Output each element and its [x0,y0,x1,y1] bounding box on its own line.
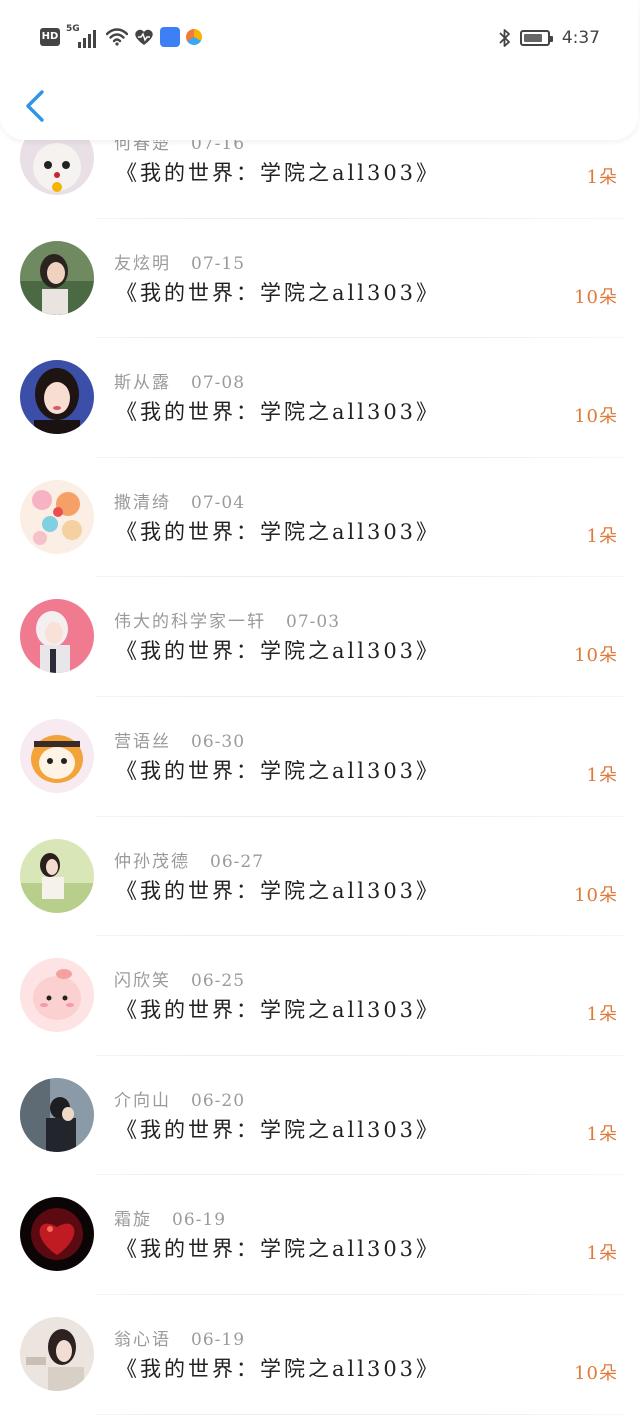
status-right: 4:37 [498,28,600,48]
list-item[interactable]: 仲孙茂德 06-27 《我的世界：学院之all303》 10朵 [0,817,640,937]
date: 06-19 [172,1210,227,1231]
avatar[interactable] [20,1197,94,1272]
list-item[interactable]: 斯从露 07-08 《我的世界：学院之all303》 10朵 [0,338,640,458]
username[interactable]: 营语丝 [114,727,171,752]
username[interactable]: 霜旋 [114,1205,152,1230]
date: 06-30 [191,732,246,752]
gift-count: 10朵 [574,645,618,667]
row-meta: 翁心语 06-19 [114,1325,245,1350]
username[interactable]: 友炫明 [114,249,171,274]
avatar[interactable] [20,1077,94,1152]
date: 07-04 [191,492,246,513]
clock: 4:37 [561,28,600,48]
work-title[interactable]: 《我的世界：学院之all303》 [116,755,440,785]
wifi-icon [106,28,128,46]
bluetooth-icon [499,29,510,47]
chevron-left-icon [26,90,44,122]
gift-count: 1朵 [586,1004,618,1026]
gift-count: 10朵 [574,1363,618,1384]
list-item[interactable]: 友炫明 07-15 《我的世界：学院之all303》 10朵 [0,219,640,339]
username[interactable]: 翁心语 [114,1325,171,1350]
gift-list-screen: 何春楚 07-16 《我的世界：学院之all303》 1朵 友炫明 07-15 [0,0,640,1415]
work-title[interactable]: 《我的世界：学院之all303》 [116,396,440,426]
avatar[interactable] [20,838,94,913]
gift-count: 10朵 [574,884,618,906]
work-title[interactable]: 《我的世界：学院之all303》 [116,635,440,665]
date: 06-20 [191,1090,246,1111]
row-meta: 介向山 06-20 [114,1086,245,1111]
date: 06-25 [191,971,246,992]
row-meta: 伟大的科学家一轩 07-03 [114,607,340,632]
top-header: HD 5G 4:37 [0,0,638,140]
date: 07-15 [191,253,246,274]
gift-count: 1朵 [586,1123,618,1145]
gift-count: 10朵 [574,286,618,308]
health-heart-icon [135,29,153,45]
work-title[interactable]: 《我的世界：学院之all303》 [116,875,440,905]
list-item[interactable]: 伟大的科学家一轩 07-03 《我的世界：学院之all303》 10朵 [0,577,640,697]
work-title[interactable]: 《我的世界：学院之all303》 [116,277,440,307]
avatar[interactable] [20,599,94,674]
app-notification-icon [186,29,202,45]
list-item[interactable]: 霜旋 06-19 《我的世界：学院之all303》 1朵 [0,1175,640,1295]
divider [96,1413,624,1415]
date: 06-27 [210,851,265,872]
row-meta: 斯从露 07-08 [114,368,245,393]
work-title[interactable]: 《我的世界：学院之all303》 [116,994,440,1024]
list-item[interactable]: 闪欣笑 06-25 《我的世界：学院之all303》 1朵 [0,936,640,1056]
username[interactable]: 介向山 [114,1086,171,1111]
username[interactable]: 仲孙茂德 [114,847,190,872]
work-title[interactable]: 《我的世界：学院之all303》 [116,1114,440,1144]
gift-count: 1朵 [586,525,618,547]
row-meta: 友炫明 07-15 [114,249,245,274]
list-item[interactable]: 介向山 06-20 《我的世界：学院之all303》 1朵 [0,1056,640,1176]
row-meta: 营语丝 06-30 [114,727,245,752]
list-item[interactable]: 营语丝 06-30 《我的世界：学院之all303》 1朵 [0,697,640,817]
work-title[interactable]: 《我的世界：学院之all303》 [116,1353,440,1383]
work-title[interactable]: 《我的世界：学院之all303》 [116,157,440,187]
signal-5g-icon: 5G [66,24,100,48]
date: 07-03 [286,612,341,633]
username[interactable]: 闪欣笑 [114,966,171,991]
row-meta: 霜旋 06-19 [114,1205,226,1230]
username[interactable]: 撒清绮 [114,488,171,513]
avatar[interactable] [20,958,94,1033]
date: 06-19 [191,1330,246,1350]
work-title[interactable]: 《我的世界：学院之all303》 [116,1233,440,1263]
row-meta: 闪欣笑 06-25 [114,966,245,991]
status-bar: HD 5G 4:37 [0,22,640,56]
avatar[interactable] [20,240,94,315]
avatar[interactable] [20,719,94,793]
row-meta: 撒清绮 07-04 [114,488,245,513]
battery-icon [519,30,553,46]
username[interactable]: 斯从露 [114,368,171,393]
store-app-icon [160,27,180,47]
date: 07-08 [191,373,246,394]
back-button[interactable] [18,86,54,126]
hd-icon: HD [40,28,60,46]
list-item[interactable]: 翁心语 06-19 《我的世界：学院之all303》 10朵 [0,1295,640,1415]
gift-count: 10朵 [574,406,618,428]
avatar[interactable] [20,360,94,435]
username[interactable]: 伟大的科学家一轩 [114,607,266,632]
avatar[interactable] [20,479,94,554]
gift-count: 1朵 [586,765,618,786]
gift-count: 1朵 [586,1243,618,1265]
avatar[interactable] [20,1317,94,1391]
row-meta: 仲孙茂德 06-27 [114,847,264,872]
list-item[interactable]: 撒清绮 07-04 《我的世界：学院之all303》 1朵 [0,458,640,578]
gift-count: 1朵 [586,167,618,188]
status-left: HD 5G [40,24,202,48]
work-title[interactable]: 《我的世界：学院之all303》 [116,516,440,546]
